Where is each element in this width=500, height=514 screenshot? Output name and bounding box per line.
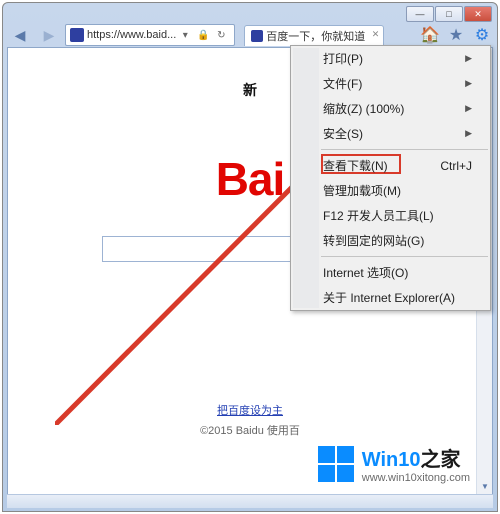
menu-item[interactable]: 查看下载(N) Ctrl+J bbox=[291, 153, 490, 178]
minimize-button[interactable]: — bbox=[406, 6, 434, 22]
menu-item-label: 安全(S) bbox=[323, 125, 363, 142]
menu-item-label: 打印(P) bbox=[323, 50, 363, 67]
submenu-arrow-icon: ▶ bbox=[465, 103, 472, 114]
menu-item-label: F12 开发人员工具(L) bbox=[323, 207, 434, 224]
menu-item[interactable]: 缩放(Z) (100%) ▶ bbox=[291, 96, 490, 121]
menu-shortcut: Ctrl+J bbox=[440, 159, 472, 173]
menu-item-label: 管理加载项(M) bbox=[323, 182, 401, 199]
submenu-arrow-icon: ▶ bbox=[465, 53, 472, 64]
back-button[interactable]: ◀ bbox=[7, 23, 33, 47]
menu-item[interactable]: 关于 Internet Explorer(A) bbox=[291, 285, 490, 310]
favorites-icon[interactable]: ★ bbox=[445, 25, 467, 45]
menu-item-label: 文件(F) bbox=[323, 75, 362, 92]
menu-item-label: 缩放(Z) (100%) bbox=[323, 100, 404, 117]
menu-item[interactable]: 文件(F) ▶ bbox=[291, 71, 490, 96]
watermark: Win10之家 www.win10xitong.com bbox=[318, 443, 470, 484]
menu-item[interactable]: 打印(P) ▶ bbox=[291, 46, 490, 71]
gear-icon[interactable]: ⚙ bbox=[471, 25, 493, 45]
tab-strip: 百度一下，你就知道 ✕ bbox=[238, 25, 416, 46]
menu-item-label: 查看下载(N) bbox=[323, 157, 388, 174]
watermark-brand: Win10之家 bbox=[362, 443, 470, 472]
menu-item[interactable]: F12 开发人员工具(L) bbox=[291, 203, 490, 228]
url-text: https://www.baid... bbox=[87, 29, 176, 41]
copyright-text: ©2015 Baidu 使用百 bbox=[8, 422, 492, 438]
maximize-button[interactable]: □ bbox=[435, 6, 463, 22]
submenu-arrow-icon: ▶ bbox=[465, 78, 472, 89]
address-bar[interactable]: https://www.baid... ▾ 🔒 ↻ bbox=[65, 24, 235, 46]
forward-button[interactable]: ▶ bbox=[36, 23, 62, 47]
browser-tab[interactable]: 百度一下，你就知道 ✕ bbox=[244, 25, 384, 46]
address-row: ◀ ▶ https://www.baid... ▾ 🔒 ↻ 百度一下，你就知道 … bbox=[7, 23, 493, 47]
scroll-down-icon[interactable]: ▼ bbox=[477, 478, 493, 494]
tab-favicon bbox=[251, 30, 263, 42]
url-dropdown-icon[interactable]: ▾ bbox=[176, 26, 194, 44]
watermark-url: www.win10xitong.com bbox=[362, 472, 470, 484]
tab-title: 百度一下，你就知道 bbox=[266, 28, 365, 44]
submenu-arrow-icon: ▶ bbox=[465, 128, 472, 139]
menu-item[interactable]: 转到固定的网站(G) bbox=[291, 228, 490, 253]
set-homepage-link[interactable]: 把百度设为主 bbox=[217, 405, 283, 417]
menu-item-label: 关于 Internet Explorer(A) bbox=[323, 289, 455, 306]
menu-item-label: 转到固定的网站(G) bbox=[323, 232, 424, 249]
tools-context-menu: 打印(P) ▶ 文件(F) ▶ 缩放(Z) (100%) ▶ 安全(S) ▶ 查看下载(N) C… bbox=[290, 45, 491, 311]
toolbar-buttons: 🏠 ★ ⚙ bbox=[419, 25, 493, 45]
menu-item[interactable]: Internet 选项(O) bbox=[291, 260, 490, 285]
refresh-icon[interactable]: ↻ bbox=[212, 26, 230, 44]
footer-links: 把百度设为主 bbox=[8, 402, 492, 418]
close-button[interactable]: ✕ bbox=[464, 6, 492, 22]
window-controls: — □ ✕ bbox=[405, 6, 492, 22]
status-bar bbox=[7, 494, 493, 508]
menu-item[interactable]: 安全(S) ▶ bbox=[291, 121, 490, 146]
menu-separator bbox=[321, 256, 488, 257]
lock-icon: 🔒 bbox=[194, 26, 212, 44]
windows-logo-icon bbox=[318, 446, 354, 482]
menu-item[interactable]: 管理加载项(M) bbox=[291, 178, 490, 203]
tab-close-icon[interactable]: ✕ bbox=[372, 29, 380, 40]
site-icon bbox=[70, 28, 84, 42]
menu-separator bbox=[321, 149, 488, 150]
menu-item-label: Internet 选项(O) bbox=[323, 264, 408, 281]
home-icon[interactable]: 🏠 bbox=[419, 25, 441, 45]
